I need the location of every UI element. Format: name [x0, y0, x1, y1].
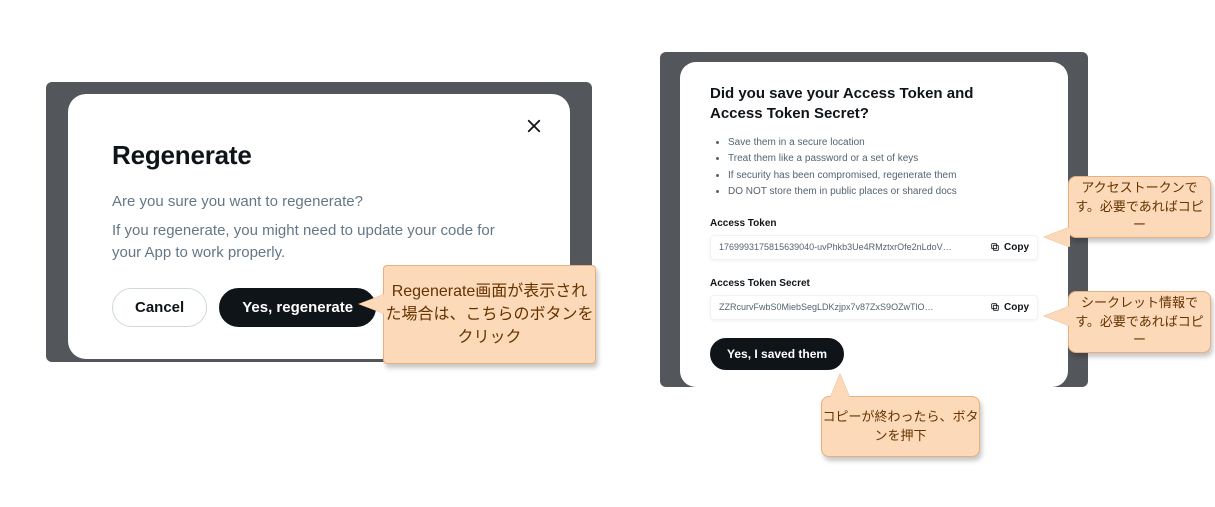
- list-item: If security has been compromised, regene…: [728, 168, 1038, 184]
- callout-secret-hint: シークレット情報です。必要であればコピー: [1068, 291, 1211, 353]
- save-modal-actions: Yes, I saved them: [710, 338, 1038, 370]
- access-token-secret-box: ZZRcurvFwbS0MiebSegLDKzjpx7v87ZxS9OZwTlO…: [710, 295, 1038, 320]
- save-modal-title: Did you save your Access Token and Acces…: [710, 84, 1010, 125]
- access-token-secret-block: Access Token Secret ZZRcurvFwbS0MiebSegL…: [710, 278, 1038, 320]
- callout-text: コピーが終わったら、ボタンを押下: [822, 408, 979, 446]
- modal-title: Regenerate: [112, 140, 526, 171]
- callout-text: シークレット情報です。必要であればコピー: [1069, 294, 1210, 351]
- access-token-secret-label: Access Token Secret: [710, 278, 1038, 289]
- copy-label: Copy: [1004, 242, 1029, 253]
- callout-text: アクセストークンです。必要であればコピー: [1069, 179, 1210, 236]
- regenerate-confirm-button[interactable]: Yes, regenerate: [219, 288, 376, 327]
- callout-access-token-hint: アクセストークンです。必要であればコピー: [1068, 176, 1211, 238]
- close-icon: [525, 117, 543, 135]
- saved-button[interactable]: Yes, I saved them: [710, 338, 844, 370]
- copy-icon: [990, 302, 1000, 312]
- access-token-block: Access Token 1769993175815639040-uvPhkb3…: [710, 218, 1038, 260]
- copy-access-token-button[interactable]: Copy: [990, 242, 1029, 253]
- copy-icon: [990, 242, 1000, 252]
- modal-question: Are you sure you want to regenerate?: [112, 193, 526, 210]
- save-modal-list: Save them in a secure location Treat the…: [710, 135, 1038, 200]
- list-item: Save them in a secure location: [728, 135, 1038, 151]
- callout-text: Regenerate画面が表示された場合は、こちらのボタンをクリック: [384, 280, 595, 350]
- modal-paragraph: If you regenerate, you might need to upd…: [112, 220, 526, 264]
- callout-saved-hint: コピーが終わったら、ボタンを押下: [821, 396, 980, 457]
- access-token-box: 1769993175815639040-uvPhkb3Ue4RMztxrOfe2…: [710, 235, 1038, 260]
- copy-label: Copy: [1004, 302, 1029, 313]
- save-token-modal: Did you save your Access Token and Acces…: [680, 62, 1068, 387]
- cancel-button[interactable]: Cancel: [112, 288, 207, 327]
- copy-access-token-secret-button[interactable]: Copy: [990, 302, 1029, 313]
- access-token-label: Access Token: [710, 218, 1038, 229]
- close-button[interactable]: [520, 112, 548, 140]
- access-token-secret-value: ZZRcurvFwbS0MiebSegLDKzjpx7v87ZxS9OZwTlO…: [719, 302, 934, 312]
- callout-regenerate-hint: Regenerate画面が表示された場合は、こちらのボタンをクリック: [383, 265, 596, 364]
- list-item: Treat them like a password or a set of k…: [728, 151, 1038, 167]
- list-item: DO NOT store them in public places or sh…: [728, 184, 1038, 200]
- access-token-value: 1769993175815639040-uvPhkb3Ue4RMztxrOfe2…: [719, 242, 954, 252]
